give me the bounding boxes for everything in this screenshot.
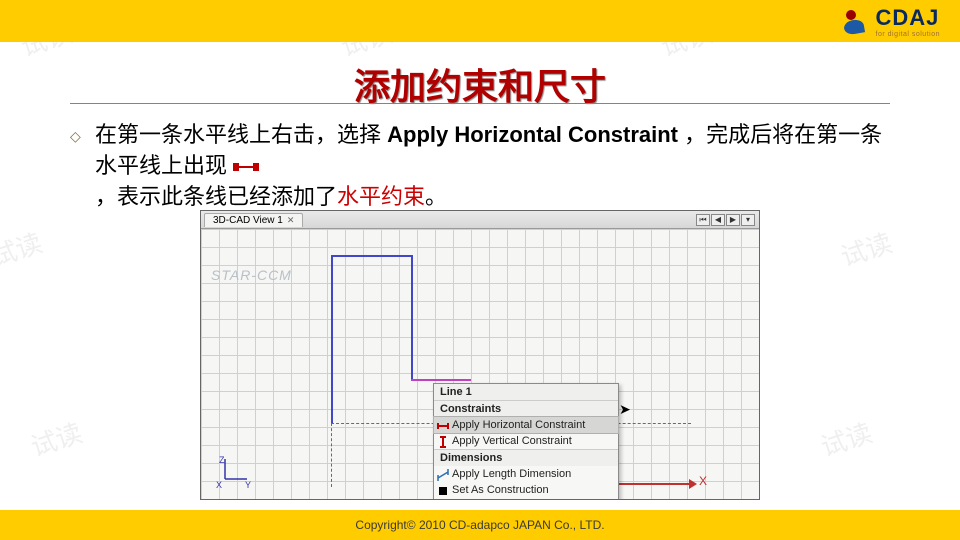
- ctx-apply-horizontal[interactable]: Apply Horizontal Constraint: [433, 416, 619, 434]
- body-end: 。: [425, 184, 447, 209]
- body-part1: 在第一条水平线上右击，选择: [95, 122, 387, 147]
- svg-text:X: X: [216, 480, 222, 489]
- length-dimension-icon: [437, 469, 449, 481]
- cad-tab-label: 3D-CAD View 1: [213, 215, 283, 226]
- title-underline: [70, 103, 890, 104]
- sketch-line-left[interactable]: [331, 255, 333, 423]
- cad-tabbar: 3D-CAD View 1 ✕ ⏮ ◀ ▶ ▾: [201, 211, 759, 229]
- axis-x-label: X: [699, 474, 707, 488]
- bg-watermark: 试读: [26, 413, 87, 464]
- footer-bar: Copyright© 2010 CD-adapco JAPAN Co., LTD…: [0, 510, 960, 540]
- cad-tab[interactable]: 3D-CAD View 1 ✕: [204, 213, 303, 227]
- bg-watermark: 试读: [836, 223, 897, 274]
- context-menu: Line 1 Constraints Apply Horizontal Cons…: [433, 383, 619, 499]
- tab-nav: ⏮ ◀ ▶ ▾: [696, 214, 759, 226]
- corner-triad-icon: Z X Y: [215, 455, 255, 489]
- ctx-duplicate[interactable]: Duplicate Sketch Primitive: [434, 498, 618, 499]
- svg-text:Y: Y: [245, 480, 251, 489]
- guide-vertical: [331, 423, 332, 487]
- nav-first-icon[interactable]: ⏮: [696, 214, 710, 226]
- copyright-text: Copyright© 2010 CD-adapco JAPAN Co., LTD…: [355, 518, 604, 532]
- ctx-item-label: Apply Horizontal Constraint: [452, 419, 585, 431]
- horizontal-constraint-icon: [233, 161, 259, 173]
- horizontal-constraint-icon: [437, 420, 449, 432]
- body-part3: ，表示此条线已经添加了: [95, 184, 337, 209]
- ctx-section-constraints: Constraints: [434, 400, 618, 417]
- ctx-title: Line 1: [434, 384, 618, 400]
- cad-panel: 3D-CAD View 1 ✕ ⏮ ◀ ▶ ▾ STAR-CCM X: [200, 210, 760, 500]
- sketch-line-selected[interactable]: [411, 379, 471, 381]
- cad-stage[interactable]: STAR-CCM X Z X Y Line 1 Co: [201, 229, 759, 499]
- svg-text:Z: Z: [219, 455, 225, 465]
- ctx-item-label: Apply Length Dimension: [452, 468, 571, 480]
- close-icon[interactable]: ✕: [287, 215, 295, 226]
- brand-mark-icon: [844, 8, 870, 34]
- body-highlight: 水平约束: [337, 184, 425, 209]
- cursor-icon: ➤: [619, 401, 631, 418]
- brand-tagline: for digital solution: [876, 31, 940, 38]
- stage-watermark: STAR-CCM: [211, 267, 292, 283]
- bg-watermark: 试读: [816, 413, 877, 464]
- ctx-item-label: Apply Vertical Constraint: [452, 435, 572, 447]
- body-text: 在第一条水平线上右击，选择 Apply Horizontal Constrain…: [70, 120, 890, 212]
- sketch-line-top[interactable]: [331, 255, 411, 257]
- sketch-line-right[interactable]: [411, 255, 413, 379]
- nav-prev-icon[interactable]: ◀: [711, 214, 725, 226]
- ctx-item-label: Set As Construction: [452, 484, 549, 496]
- construction-icon: [437, 485, 449, 497]
- bg-watermark: 试读: [0, 223, 46, 274]
- nav-menu-icon[interactable]: ▾: [741, 214, 755, 226]
- ctx-apply-length[interactable]: Apply Length Dimension: [434, 466, 618, 482]
- nav-next-icon[interactable]: ▶: [726, 214, 740, 226]
- brand-text: CDAJ: [876, 5, 940, 31]
- ctx-set-construction[interactable]: Set As Construction: [434, 482, 618, 498]
- brand-logo: CDAJ for digital solution: [844, 5, 940, 38]
- body-bold: Apply Horizontal Constraint: [387, 122, 684, 147]
- ctx-apply-vertical[interactable]: Apply Vertical Constraint: [434, 433, 618, 449]
- ctx-section-dimensions: Dimensions: [434, 449, 618, 466]
- header-bar: CDAJ for digital solution: [0, 0, 960, 42]
- vertical-constraint-icon: [437, 436, 449, 448]
